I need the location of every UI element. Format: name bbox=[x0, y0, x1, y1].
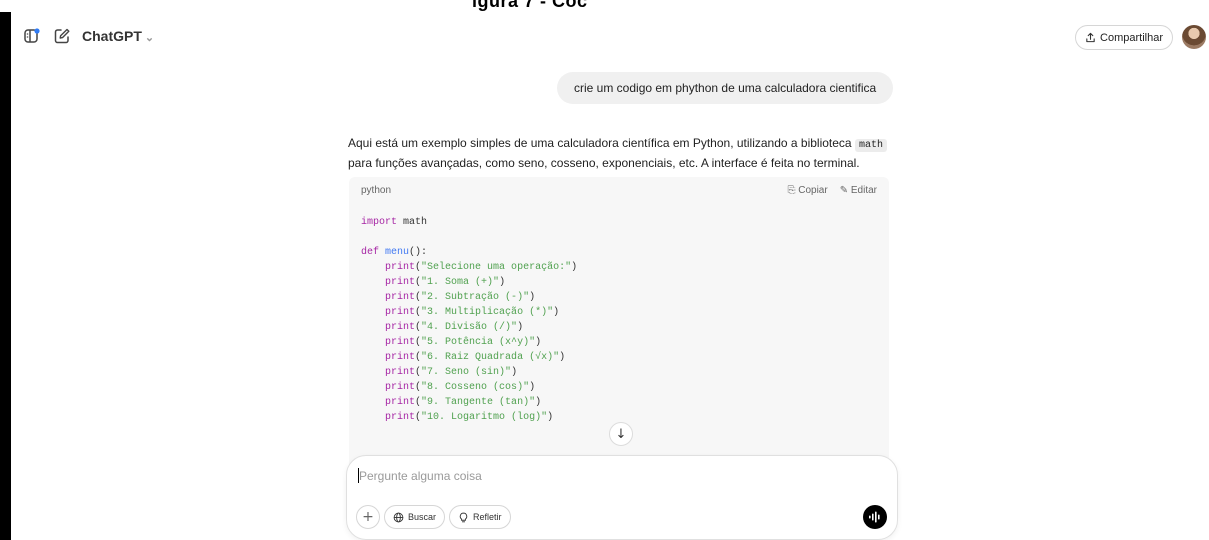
inline-code-math: math bbox=[854, 139, 887, 152]
new-chat-icon[interactable] bbox=[53, 27, 71, 45]
caption-text: igura 7 - Cóc bbox=[472, 0, 588, 11]
code-language: python bbox=[361, 184, 392, 196]
code-block-header: python ⎘ Copiar ✎ Editar bbox=[349, 177, 889, 203]
model-name: ChatGPT bbox=[82, 28, 142, 44]
edit-code-button[interactable]: ✎ Editar bbox=[840, 185, 877, 196]
voice-mode-button[interactable] bbox=[863, 505, 887, 529]
plus-icon: + bbox=[362, 509, 374, 525]
edit-label: Editar bbox=[850, 184, 877, 196]
chevron-down-icon: ⌄ bbox=[144, 32, 155, 44]
arrow-down-icon: ↓ bbox=[615, 426, 627, 442]
code-line: print("9. Tangente (tan)") bbox=[385, 397, 542, 408]
code-line: print("4. Divisão (/)") bbox=[385, 322, 524, 333]
share-upload-icon bbox=[1086, 32, 1095, 43]
code-line: print("6. Raiz Quadrada (√x)") bbox=[385, 352, 566, 363]
message-composer: + Buscar Refletir bbox=[346, 455, 898, 540]
code-line: print("5. Potência (x^y)") bbox=[385, 337, 542, 348]
share-button[interactable]: Compartilhar bbox=[1075, 25, 1173, 50]
user-avatar[interactable] bbox=[1182, 25, 1206, 49]
code-line: print("7. Seno (sin)") bbox=[385, 367, 518, 378]
answer-text-part1: Aqui está um exemplo simples de uma calc… bbox=[348, 136, 855, 150]
sidebar-toggle-icon[interactable] bbox=[23, 27, 41, 45]
document-caption-fragment: igura 7 - Cóc bbox=[0, 0, 1209, 12]
copy-code-button[interactable]: ⎘ Copiar bbox=[787, 185, 827, 196]
globe-icon bbox=[393, 512, 404, 522]
assistant-message: Aqui está um exemplo simples de uma calc… bbox=[348, 133, 898, 173]
code-line: def menu(): bbox=[361, 247, 428, 258]
think-label: Refletir bbox=[473, 512, 502, 522]
scroll-to-bottom-button[interactable]: ↓ bbox=[609, 422, 633, 446]
user-message-text: crie um codigo em phython de uma calcula… bbox=[574, 81, 877, 95]
code-line: print("8. Cosseno (cos)") bbox=[385, 382, 536, 393]
attach-button[interactable]: + bbox=[356, 505, 380, 529]
code-line: print("Selecione uma operação:") bbox=[385, 262, 578, 273]
user-message-bubble: crie um codigo em phython de uma calcula… bbox=[557, 72, 894, 104]
code-line: import math bbox=[361, 217, 428, 228]
code-line: print("2. Subtração (-)") bbox=[385, 292, 536, 303]
lightbulb-icon bbox=[459, 512, 468, 522]
chatgpt-window: ChatGPT ⌄ Compartilhar crie um codigo em … bbox=[11, 12, 1209, 540]
code-line: print("1. Soma (+)") bbox=[385, 277, 506, 288]
model-selector[interactable]: ChatGPT ⌄ bbox=[82, 28, 154, 44]
copy-label: Copiar bbox=[798, 184, 828, 196]
copy-icon: ⎘ bbox=[787, 184, 796, 196]
think-button[interactable]: Refletir bbox=[449, 505, 511, 529]
share-label: Compartilhar bbox=[1100, 31, 1163, 44]
voice-wave-icon bbox=[869, 511, 880, 523]
answer-text-part2: para funções avançadas, como seno, cosse… bbox=[348, 156, 860, 170]
pencil-icon: ✎ bbox=[839, 184, 849, 196]
code-content: import math def menu(): print("Selecione… bbox=[349, 203, 889, 425]
prompt-input[interactable] bbox=[359, 466, 859, 486]
code-line: print("3. Multiplicação (*)") bbox=[385, 307, 560, 318]
search-label: Buscar bbox=[408, 512, 437, 522]
search-button[interactable]: Buscar bbox=[384, 505, 446, 529]
